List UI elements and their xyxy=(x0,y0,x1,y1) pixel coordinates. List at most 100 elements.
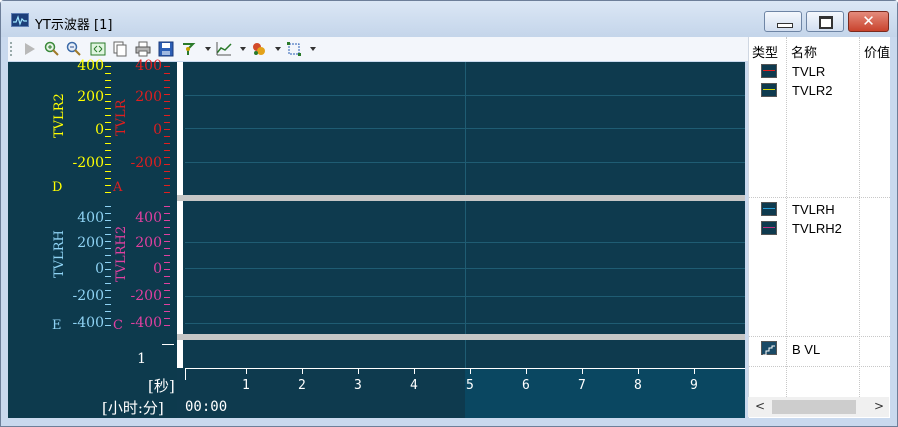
legend-swatch[interactable] xyxy=(761,64,777,78)
x-tick-label: 8 xyxy=(634,378,642,393)
save-icon[interactable] xyxy=(158,41,174,57)
select-dropdown-caret[interactable] xyxy=(310,47,316,51)
chart-icon[interactable] xyxy=(216,41,232,57)
x-tick-label: 7 xyxy=(578,378,586,393)
x-axis-area-shaded xyxy=(465,368,745,418)
pane-splitter[interactable] xyxy=(177,334,745,340)
axis-letter: A xyxy=(113,180,123,195)
y-tick-label: 400 xyxy=(77,58,104,74)
legend-horizontal-scrollbar[interactable]: < > xyxy=(748,397,889,417)
x-tick-label: 4 xyxy=(410,378,418,393)
x-tick-label: 6 xyxy=(522,378,530,393)
x-axis-origin-tick xyxy=(185,368,186,380)
x-tick-label: 5 xyxy=(466,378,474,393)
x-tick xyxy=(302,368,303,374)
legend-line-color xyxy=(763,70,775,71)
scrollbar-thumb[interactable] xyxy=(772,400,856,414)
select-icon[interactable] xyxy=(286,41,302,57)
x-tick xyxy=(414,368,415,374)
column-divider xyxy=(859,37,860,397)
print-icon[interactable] xyxy=(135,41,151,57)
channels-dropdown-caret[interactable] xyxy=(275,47,281,51)
column-header-value[interactable]: 价值 xyxy=(864,42,890,61)
legend-panel: 类型 名称 价值 TVLR TVLR2 TVLRH TVLRH2 B VL xyxy=(748,37,890,418)
maximize-icon xyxy=(819,16,833,29)
axis-divider xyxy=(177,62,183,368)
close-icon: ✕ xyxy=(862,12,875,30)
x-tick xyxy=(638,368,639,374)
y-tick-label: 400 xyxy=(77,210,104,226)
y-tick-label: -200 xyxy=(130,288,162,304)
zoom-in-icon[interactable] xyxy=(44,41,60,57)
x-tick xyxy=(694,368,695,374)
column-header-type[interactable]: 类型 xyxy=(752,42,778,61)
y-axis-ticks xyxy=(164,66,170,194)
y-axis-title: TVLRH xyxy=(52,230,67,278)
fit-icon[interactable] xyxy=(90,41,106,57)
y-tick-label: -200 xyxy=(72,155,104,171)
cursor-icon[interactable] xyxy=(180,41,196,57)
legend-swatch[interactable] xyxy=(761,83,777,97)
legend-item-label[interactable]: TVLRH xyxy=(792,202,835,217)
y-tick-label: 400 xyxy=(135,58,162,74)
digital-signal-icon xyxy=(763,345,775,356)
legend-swatch[interactable] xyxy=(761,202,777,216)
minimize-icon xyxy=(777,23,793,28)
x-tick xyxy=(246,368,247,374)
legend-swatch[interactable] xyxy=(761,221,777,235)
group-divider xyxy=(749,336,890,337)
y-tick-label: 400 xyxy=(135,210,162,226)
pane-splitter[interactable] xyxy=(177,195,745,201)
x-axis-unit-hour-minute: [小时:分] xyxy=(102,399,164,417)
group-divider xyxy=(749,366,890,367)
y-tick-label: -200 xyxy=(130,155,162,171)
maximize-button[interactable] xyxy=(806,11,844,32)
oscilloscope-app-icon xyxy=(11,13,29,27)
group-divider xyxy=(749,197,890,198)
legend-item-label[interactable]: TVLRH2 xyxy=(792,221,842,236)
toolbar-grip[interactable] xyxy=(10,42,14,56)
y-axis-title: TVLRH2 xyxy=(114,225,129,282)
x-tick xyxy=(526,368,527,374)
x-axis-start-time: 00:00 xyxy=(185,399,228,415)
channels-icon[interactable] xyxy=(251,41,267,57)
zoom-out-icon[interactable] xyxy=(66,41,82,57)
chart-dropdown-caret[interactable] xyxy=(240,47,246,51)
x-tick-label: 3 xyxy=(354,378,362,393)
legend-swatch-digital[interactable] xyxy=(761,341,777,356)
close-button[interactable]: ✕ xyxy=(848,11,889,32)
vertical-grid-line xyxy=(465,62,466,368)
x-tick xyxy=(470,368,471,374)
y-tick-label: -400 xyxy=(72,315,104,331)
y-axis-title: TVLR xyxy=(114,99,129,136)
legend-item-label[interactable]: TVLR2 xyxy=(792,83,832,98)
y-tick-label: 1 xyxy=(137,351,146,367)
cursor-dropdown-caret[interactable] xyxy=(205,47,211,51)
column-header-name[interactable]: 名称 xyxy=(791,42,817,61)
minimize-button[interactable] xyxy=(764,11,802,32)
legend-item-label[interactable]: B VL xyxy=(792,342,820,357)
x-axis-unit-seconds: [秒] xyxy=(148,377,175,395)
play-icon[interactable] xyxy=(22,41,38,57)
title-bar[interactable]: YT示波器 [1] ✕ xyxy=(1,1,897,37)
scroll-left-icon[interactable]: < xyxy=(755,399,765,413)
copy-icon[interactable] xyxy=(112,41,128,57)
legend-line-color xyxy=(763,208,775,209)
y-axis-ticks xyxy=(105,206,111,332)
legend-item-label[interactable]: TVLR xyxy=(792,64,825,79)
y-axis-tick xyxy=(162,344,174,345)
x-tick-label: 2 xyxy=(298,378,306,393)
column-divider xyxy=(786,37,787,397)
y-axis-title: TVLR2 xyxy=(52,93,67,138)
x-tick-label: 9 xyxy=(690,378,698,393)
x-axis-line xyxy=(185,368,745,369)
x-tick xyxy=(358,368,359,374)
legend-line-color xyxy=(763,89,775,90)
y-axis-ticks xyxy=(164,206,170,332)
scroll-right-icon[interactable]: > xyxy=(874,399,884,413)
x-tick xyxy=(582,368,583,374)
x-tick-label: 1 xyxy=(242,378,250,393)
window-title: YT示波器 [1] xyxy=(35,18,113,33)
y-axis-ticks xyxy=(105,66,111,194)
axis-letter: E xyxy=(52,318,62,333)
